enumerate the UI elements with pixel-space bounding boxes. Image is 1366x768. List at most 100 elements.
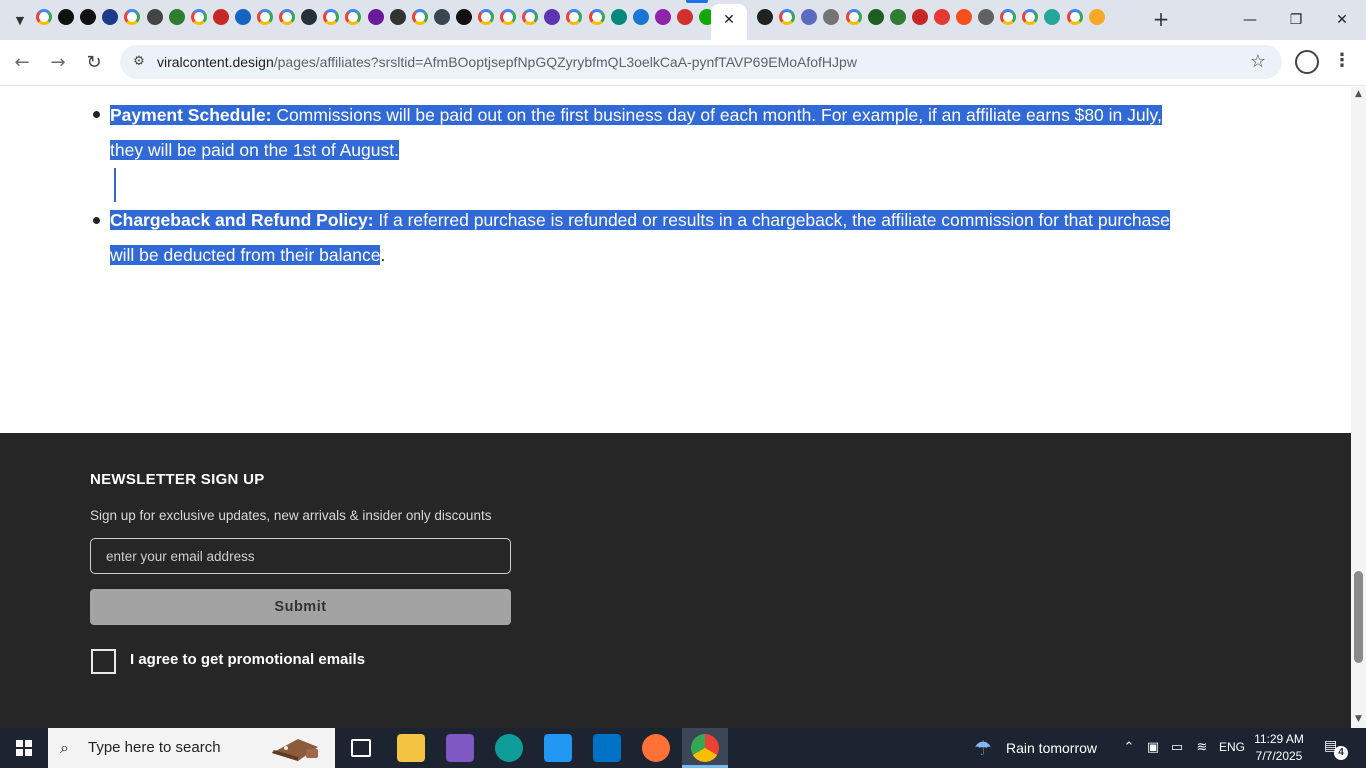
windows-icon[interactable] bbox=[433, 9, 450, 25]
green-square-icon[interactable] bbox=[867, 9, 884, 25]
flag-red-icon[interactable] bbox=[911, 9, 928, 25]
microsoft-store-icon[interactable] bbox=[544, 734, 572, 762]
globe-gray-icon[interactable] bbox=[823, 9, 840, 25]
at-icon[interactable] bbox=[367, 9, 384, 25]
url-text[interactable]: viralcontent.design/pages/affiliates?srs… bbox=[157, 54, 857, 70]
xf-icon[interactable] bbox=[234, 9, 251, 25]
google-icon[interactable] bbox=[1000, 9, 1017, 25]
system-clock[interactable]: 11:29 AM 7/7/2025 bbox=[1248, 731, 1310, 765]
google-icon[interactable] bbox=[522, 9, 539, 25]
ttp-icon[interactable] bbox=[102, 9, 119, 25]
cube-purple-icon[interactable] bbox=[654, 9, 671, 25]
agree-label: I agree to get promotional emails bbox=[130, 651, 366, 668]
back-button[interactable]: ← bbox=[7, 48, 37, 78]
list-bullet bbox=[93, 111, 100, 118]
scroll-down-arrow-icon[interactable]: ▼ bbox=[1351, 714, 1366, 726]
chart-green-icon[interactable] bbox=[889, 9, 906, 25]
google-icon[interactable] bbox=[779, 9, 796, 25]
google-icon[interactable] bbox=[124, 9, 141, 25]
meet-now-icon[interactable]: ▣ bbox=[1144, 739, 1162, 757]
site-info-icon[interactable]: ⚙ bbox=[130, 53, 148, 71]
copilot-icon[interactable] bbox=[801, 9, 818, 25]
payment-schedule-heading: Payment Schedule: bbox=[110, 105, 272, 125]
tab-search-icon[interactable]: ▼ bbox=[8, 8, 32, 32]
task-view-icon[interactable] bbox=[351, 739, 371, 757]
moon-icon[interactable] bbox=[389, 9, 406, 25]
close-window-button[interactable]: ✕ bbox=[1319, 4, 1365, 36]
google-icon[interactable] bbox=[1022, 9, 1039, 25]
google-icon[interactable] bbox=[345, 9, 362, 25]
restore-button[interactable]: ❐ bbox=[1273, 4, 1319, 36]
google-icon[interactable] bbox=[411, 9, 428, 25]
language-indicator[interactable]: ENG bbox=[1219, 740, 1245, 754]
openai-icon[interactable] bbox=[80, 9, 97, 25]
google-icon[interactable] bbox=[845, 9, 862, 25]
mobile-icon[interactable] bbox=[757, 9, 774, 25]
forward-button[interactable]: → bbox=[43, 48, 73, 78]
email-field[interactable] bbox=[90, 538, 511, 574]
submit-button[interactable]: Submit bbox=[90, 589, 511, 625]
logo-blue-icon[interactable] bbox=[632, 9, 649, 25]
pencil-icon[interactable] bbox=[1044, 9, 1061, 25]
b-icon[interactable] bbox=[146, 9, 163, 25]
google-icon[interactable] bbox=[500, 9, 517, 25]
google-icon[interactable] bbox=[257, 9, 273, 25]
chrome-icon[interactable] bbox=[691, 734, 719, 762]
google-icon[interactable] bbox=[323, 9, 340, 25]
chevron-up-icon[interactable]: ⌃ bbox=[1120, 739, 1138, 757]
edge-icon[interactable] bbox=[495, 734, 523, 762]
page-scrollbar[interactable]: ▲ ▼ bbox=[1351, 87, 1366, 728]
list-bullet bbox=[93, 217, 100, 224]
burger-icon[interactable] bbox=[212, 9, 229, 25]
e-red-icon[interactable] bbox=[676, 9, 693, 25]
circle-purple-icon[interactable] bbox=[544, 9, 561, 25]
scroll-up-arrow-icon[interactable]: ▲ bbox=[1351, 89, 1366, 101]
google-icon[interactable] bbox=[190, 9, 207, 25]
newsletter-title: NEWSLETTER SIGN UP bbox=[90, 471, 265, 488]
scrollbar-thumb[interactable] bbox=[1354, 571, 1363, 663]
openai-icon[interactable] bbox=[58, 9, 75, 25]
list-item-payment-schedule: Payment Schedule: Commissions will be pa… bbox=[110, 98, 1250, 168]
payment-schedule-text: Commissions will be paid out on the firs… bbox=[271, 105, 1162, 125]
google-icon[interactable] bbox=[566, 9, 583, 25]
opera-icon[interactable] bbox=[933, 9, 950, 25]
firefox-icon[interactable] bbox=[642, 734, 670, 762]
weather-text[interactable]: Rain tomorrow bbox=[1006, 740, 1097, 756]
taskbar-search-box[interactable]: ⌕ Type here to search bbox=[48, 728, 335, 768]
browser-toolbar: ← → ↻ ⚙ viralcontent.design/pages/affili… bbox=[0, 40, 1366, 86]
check-v-icon[interactable] bbox=[610, 9, 627, 25]
google-icon[interactable] bbox=[1066, 9, 1083, 25]
chargeback-text-tail: . bbox=[380, 245, 386, 265]
url-path: /pages/affiliates?srsltid=AfmBOoptjsepfN… bbox=[273, 54, 857, 70]
clock-date: 7/7/2025 bbox=[1255, 749, 1303, 763]
file-explorer-icon[interactable] bbox=[397, 734, 425, 762]
minimize-button[interactable]: — bbox=[1227, 4, 1273, 36]
graduation-cap-icon[interactable] bbox=[301, 9, 318, 25]
reload-button[interactable]: ↻ bbox=[79, 48, 109, 78]
copilot-icon[interactable] bbox=[446, 734, 474, 762]
battery-icon[interactable]: ▭ bbox=[1168, 739, 1186, 757]
umbrella-icon[interactable]: ☂ bbox=[974, 736, 998, 760]
agree-checkbox[interactable] bbox=[91, 649, 116, 674]
wsj-icon[interactable] bbox=[455, 9, 472, 25]
close-tab-icon[interactable]: ✕ bbox=[719, 10, 739, 30]
outlook-icon[interactable] bbox=[593, 734, 621, 762]
profile-avatar[interactable] bbox=[1295, 50, 1319, 74]
browser-menu-icon[interactable]: ⋮ bbox=[1333, 50, 1351, 74]
stripes-icon[interactable] bbox=[956, 9, 972, 25]
google-icon[interactable] bbox=[588, 9, 605, 25]
new-tab-button[interactable]: + bbox=[1150, 8, 1172, 32]
start-button[interactable] bbox=[0, 728, 48, 768]
globe-gray-icon[interactable] bbox=[978, 9, 995, 25]
wifi-icon[interactable]: ≋ bbox=[1193, 739, 1211, 757]
globe-green-icon[interactable] bbox=[168, 9, 185, 25]
newsletter-subtitle: Sign up for exclusive updates, new arriv… bbox=[90, 508, 492, 523]
chargeback-text: If a referred purchase is refunded or re… bbox=[373, 210, 1170, 230]
selection-gap bbox=[114, 168, 116, 202]
google-icon[interactable] bbox=[36, 9, 52, 25]
google-icon[interactable] bbox=[478, 9, 494, 25]
google-icon[interactable] bbox=[279, 9, 296, 25]
address-bar[interactable]: ⚙ viralcontent.design/pages/affiliates?s… bbox=[120, 45, 1282, 79]
info-yellow-icon[interactable] bbox=[1088, 9, 1105, 25]
bookmark-star-icon[interactable]: ☆ bbox=[1247, 52, 1269, 72]
